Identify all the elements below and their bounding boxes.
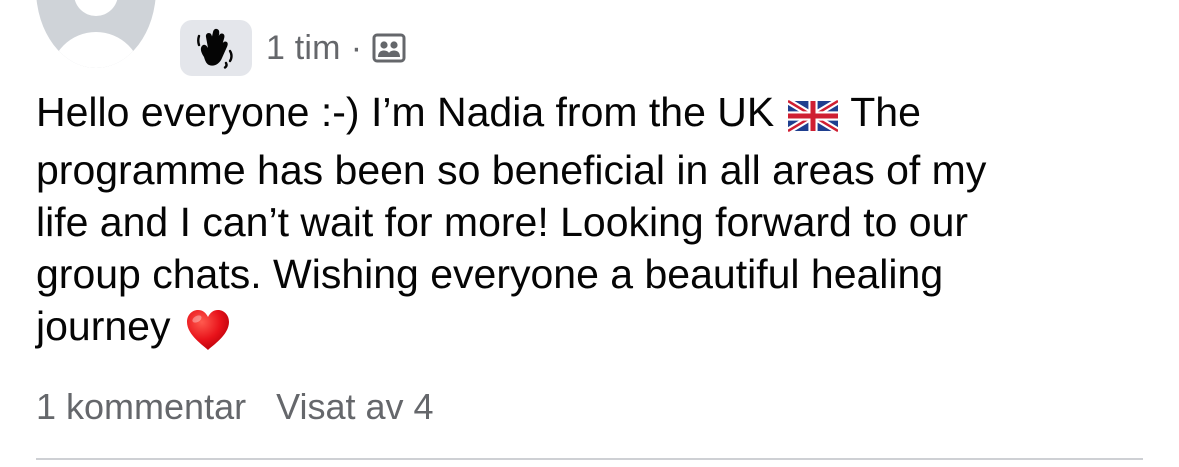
post-text-line-3: life and I can’t wait for more! Looking …	[36, 199, 969, 245]
waving-hand-icon[interactable]	[180, 20, 252, 76]
views-count-link[interactable]: Visat av 4	[276, 386, 433, 428]
uk-flag-icon	[786, 92, 840, 144]
red-heart-icon	[184, 308, 232, 364]
comments-count-link[interactable]: 1 kommentar	[36, 386, 246, 428]
post-timestamp[interactable]: 1 tim	[266, 29, 341, 68]
meta-separator: ·	[350, 28, 363, 67]
avatar-shoulders-shape	[50, 32, 142, 68]
group-members-icon[interactable]	[372, 33, 406, 63]
post-text-line-1: Hello everyone :-) I’m Nadia from the UK…	[36, 86, 1146, 144]
post-text-line-2: programme has been so beneficial in all …	[36, 147, 987, 193]
uk-flag-glyph	[786, 98, 840, 134]
waving-hand-glyph	[197, 28, 233, 69]
post-text-segment: journey	[36, 303, 171, 349]
post-text: Hello everyone :-) I’m Nadia from the UK…	[36, 86, 1146, 364]
group-members-glyph	[372, 33, 406, 63]
post-text-line-5: journey	[36, 300, 1146, 364]
post-text-segment: The	[850, 89, 921, 135]
avatar-head-shape	[74, 0, 118, 16]
post-text-line-4: group chats. Wishing everyone a beautifu…	[36, 251, 944, 297]
footer-divider	[36, 458, 1143, 460]
post-footer: 1 kommentar Visat av 4	[36, 386, 434, 428]
author-avatar[interactable]	[36, 0, 156, 68]
post-text-segment: Hello everyone :-) I’m Nadia from the UK	[36, 89, 775, 135]
red-heart-glyph	[187, 310, 230, 350]
post-meta: 1 tim ·	[180, 20, 406, 76]
